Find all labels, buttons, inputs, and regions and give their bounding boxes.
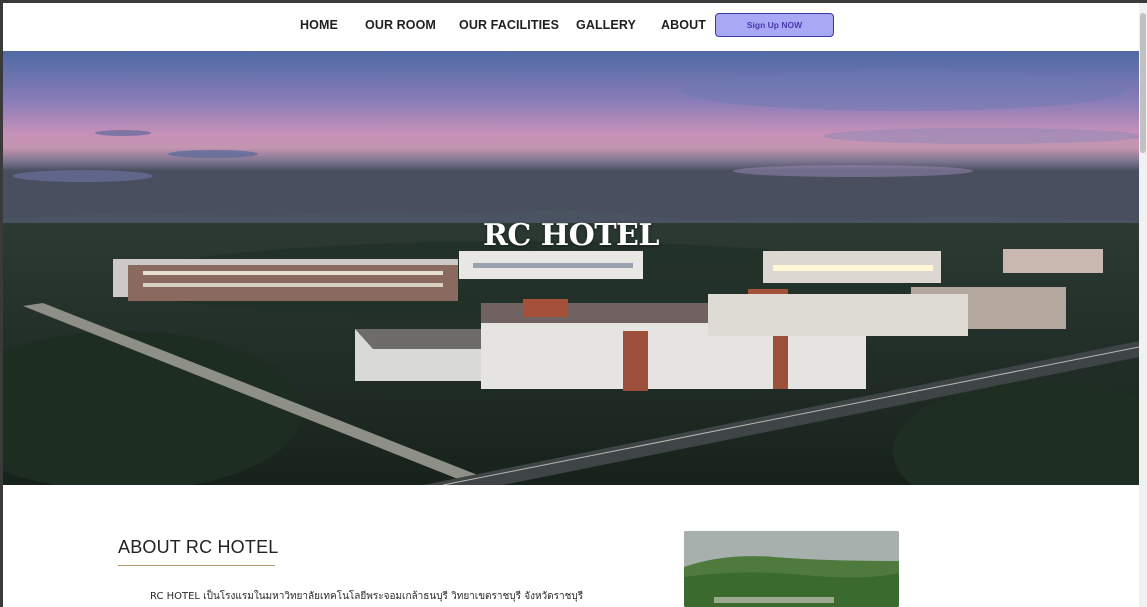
nav-gallery[interactable]: GALLERY (576, 18, 636, 32)
nav-our-room[interactable]: OUR ROOM (365, 18, 436, 32)
hero-image (3, 51, 1139, 485)
hero-banner: RC HOTEL (3, 51, 1139, 485)
about-heading-underline (118, 565, 275, 566)
nav-about[interactable]: ABOUT (661, 18, 706, 32)
nav-our-facilities[interactable]: OUR FACILITIES (459, 18, 559, 32)
page: HOME OUR ROOM OUR FACILITIES GALLERY ABO… (3, 3, 1139, 607)
scrollbar-thumb[interactable] (1140, 13, 1146, 153)
about-image (684, 531, 899, 607)
page-scrollbar[interactable] (1139, 3, 1147, 607)
about-description: RC HOTEL เป็นโรงแรมในมหาวิทยาลัยเทคโนโลย… (150, 591, 584, 602)
about-heading: ABOUT RC HOTEL (118, 537, 279, 557)
hero-title: RC HOTEL (482, 218, 660, 253)
nav-home[interactable]: HOME (300, 18, 338, 32)
sign-up-button[interactable]: Sign Up NOW (715, 13, 834, 37)
top-nav: HOME OUR ROOM OUR FACILITIES GALLERY ABO… (3, 3, 1139, 51)
